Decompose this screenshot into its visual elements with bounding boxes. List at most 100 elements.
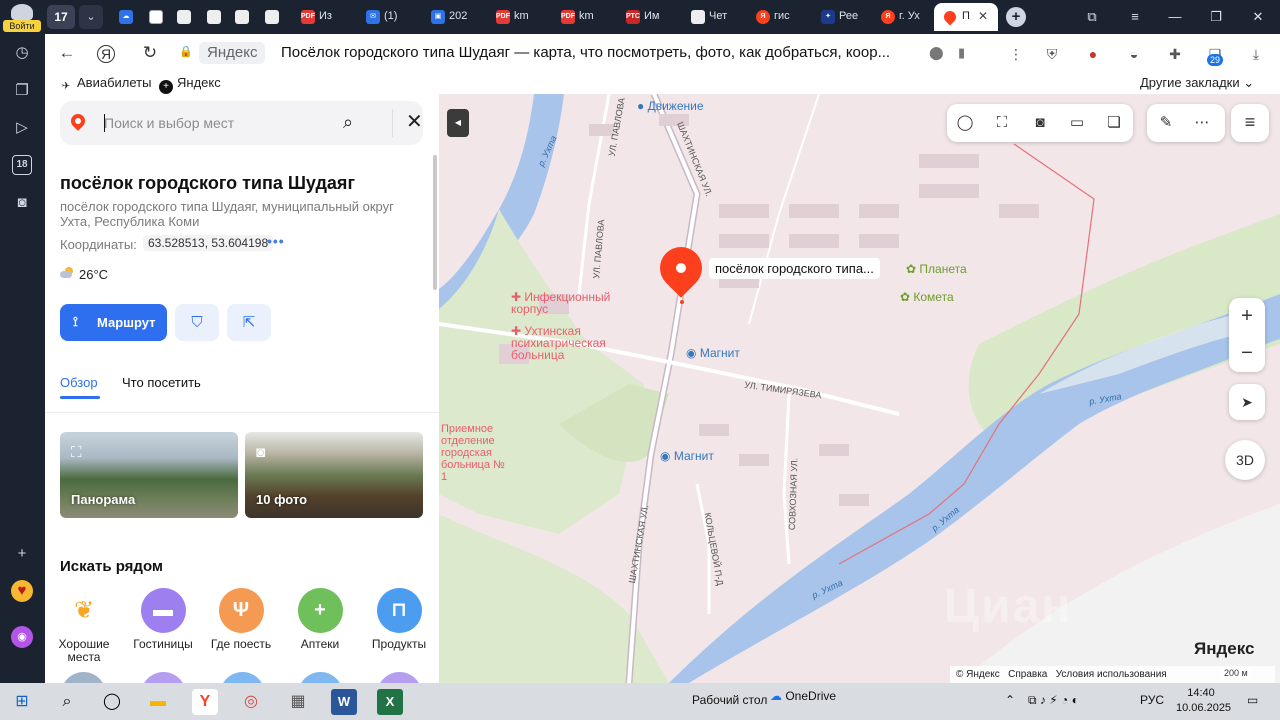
tab-cloud[interactable]: ☁ <box>113 5 143 29</box>
category-more-4[interactable] <box>298 672 343 683</box>
excel-icon[interactable]: X <box>377 689 403 715</box>
coords-value[interactable]: 63.528513, 53.604198 <box>143 235 274 251</box>
back-button[interactable]: ← <box>56 43 78 65</box>
tab-rts[interactable]: РТС Им <box>620 5 680 29</box>
clock[interactable]: 14:40 10.06.2025 <box>1176 686 1231 716</box>
windows-start-icon[interactable]: ⊞ <box>9 689 35 715</box>
tab-what-to-visit[interactable]: Что посетить <box>122 375 201 390</box>
pin-label[interactable]: посёлок городского типа... <box>709 258 880 279</box>
tab-doc-5[interactable] <box>259 5 289 29</box>
close-icon[interactable]: ✕ <box>406 110 423 134</box>
language-indicator[interactable]: РУС <box>1140 693 1164 707</box>
word-icon[interactable]: W <box>331 689 357 715</box>
new-tab-button[interactable]: + <box>1006 7 1026 27</box>
tab-pdf-1[interactable]: PDF Из <box>295 5 355 29</box>
file-explorer-icon[interactable]: ▬ <box>145 689 171 715</box>
tabs-count-button[interactable]: 17 <box>47 5 75 29</box>
bookmark-icon[interactable]: ▮ <box>958 45 965 61</box>
collections-icon[interactable]: ❐ <box>11 80 33 102</box>
tab-doc-6[interactable]: Чет <box>685 5 745 29</box>
menu-icon[interactable]: ≡ <box>1231 104 1269 142</box>
download-icon[interactable]: ⤓ <box>1245 43 1267 65</box>
alice-icon[interactable]: ◉ <box>11 626 33 648</box>
onedrive-label[interactable]: ☁ OneDrive <box>770 689 836 703</box>
bookmark-button[interactable]: ⛉ <box>175 304 219 341</box>
poi-infek[interactable]: ✚ Инфекционный корпус <box>511 291 631 315</box>
poi-priemnoe[interactable]: Приемное отделение городская больница № … <box>441 423 511 483</box>
tab-doc-3[interactable] <box>201 5 231 29</box>
poi-magnit-2[interactable]: ◉ Магнит <box>660 450 714 462</box>
extension-icon[interactable]: ◒ <box>1123 43 1145 65</box>
location-icon[interactable]: ⬤ <box>929 45 944 61</box>
more-icon[interactable]: ⋯ <box>1191 113 1213 133</box>
notifications-icon[interactable]: ▭ <box>1247 693 1258 707</box>
calculator-icon[interactable]: ▦ <box>285 689 311 715</box>
search-box[interactable]: ⌕ ✕ <box>60 101 423 145</box>
chrome-icon[interactable]: ◎ <box>238 689 264 715</box>
tray-chevron-icon[interactable]: ⌃ <box>1005 693 1015 707</box>
chevron-down-icon[interactable]: ⌄ <box>79 5 103 29</box>
poi-dvizhenie[interactable]: ● Движение <box>637 100 704 112</box>
route-button[interactable]: ⟟ Маршрут <box>60 304 167 341</box>
panorama-card[interactable]: ⛶ Панорама <box>60 432 238 518</box>
play-icon[interactable]: ▷ <box>11 117 33 139</box>
tab-yandex-2[interactable]: Яг. Ух <box>875 5 935 29</box>
bookmark-aviabilety[interactable]: ✈ Авиабилеты <box>59 75 152 94</box>
reload-button[interactable]: ↻ <box>139 43 161 65</box>
history-icon[interactable]: ◷ <box>11 42 33 64</box>
minimize-icon[interactable]: — <box>1165 9 1185 24</box>
category-good-places[interactable]: ❦ Хорошие места <box>46 588 122 664</box>
category-pharmacy[interactable]: + Аптеки <box>282 588 358 651</box>
desktop-label[interactable]: Рабочий стол <box>692 693 767 707</box>
category-more-5[interactable] <box>377 672 422 683</box>
zoom-out-button[interactable]: − <box>1229 335 1265 372</box>
more-icon[interactable]: ••• <box>267 233 285 249</box>
bookmark-yandex[interactable]: + Яндекс <box>159 75 221 94</box>
tab-pdf-2[interactable]: PDF km <box>490 5 550 29</box>
layers-icon[interactable]: ◯ <box>954 113 976 133</box>
tab-emblem[interactable]: ✦ Рее <box>815 5 875 29</box>
tab-mail[interactable]: ✉ (1) <box>360 5 420 29</box>
bus-icon[interactable]: ▭ <box>1066 113 1088 133</box>
poi-kometa[interactable]: ✿ Комета <box>900 291 954 303</box>
tab-doc-4[interactable] <box>229 5 259 29</box>
category-more-2[interactable] <box>141 672 186 683</box>
panorama-icon[interactable]: ⛶ <box>991 113 1013 133</box>
shield-icon[interactable]: ⛨ <box>1041 43 1063 65</box>
share-button[interactable]: ⇱ <box>227 304 271 341</box>
category-groceries[interactable]: ⊓ Продукты <box>361 588 437 651</box>
tab-doc-2[interactable] <box>171 5 201 29</box>
tray-icons[interactable]: ⧉ ♪ ⚡ ◔ ◐ <box>1028 693 1079 708</box>
category-more-3[interactable] <box>220 672 265 683</box>
tab-doc-1[interactable] <box>143 5 173 29</box>
search-icon[interactable]: ⌕ <box>54 689 80 715</box>
zoom-in-button[interactable]: + <box>1229 298 1265 335</box>
close-icon[interactable]: ✕ <box>978 9 988 23</box>
tab-image[interactable]: ▣ 202 <box>425 5 485 29</box>
search-input[interactable] <box>104 112 324 134</box>
map-canvas[interactable]: ◀ ◯ ⛶ ◙ ▭ ❏ ✎ ⋯ ≡ + − ➤ 3D посёлок город… <box>439 94 1280 683</box>
camera-icon[interactable]: ◙ <box>1029 113 1051 133</box>
tab-yandex-1[interactable]: Ягис <box>750 5 810 29</box>
traffic-icon[interactable]: ❏ <box>1103 113 1125 133</box>
other-bookmarks[interactable]: Другие закладки ⌄ <box>1140 75 1254 91</box>
restore-icon[interactable]: ❐ <box>1206 9 1226 25</box>
more-icon[interactable]: ⋮ <box>1005 43 1027 65</box>
screenshot-icon[interactable]: ◙ <box>11 192 33 214</box>
yandex-logo-icon[interactable]: Я <box>97 45 115 63</box>
url-field[interactable]: 🔒 Яндекс Посёлок городского типа Шудаяг … <box>171 39 965 67</box>
ruler-icon[interactable]: ✎ <box>1155 113 1177 133</box>
category-food[interactable]: Ψ Где поесть <box>203 588 279 651</box>
task-view-icon[interactable]: ◯ <box>99 689 125 715</box>
category-more-1[interactable] <box>61 672 106 683</box>
lock-icon[interactable]: 🔒 <box>179 45 193 59</box>
close-window-icon[interactable]: ✕ <box>1248 9 1268 25</box>
collapse-panel-button[interactable]: ◀ <box>447 109 469 137</box>
add-panel-icon[interactable]: + <box>11 543 33 565</box>
login-button[interactable]: Войти <box>3 20 41 32</box>
collections-icon[interactable]: ⧉ <box>1082 9 1102 25</box>
yandex-browser-icon[interactable]: Y <box>192 689 218 715</box>
3d-button[interactable]: 3D <box>1225 440 1265 480</box>
poi-planeta[interactable]: ✿ Планета <box>906 263 967 275</box>
profile-area[interactable]: Войти <box>0 0 45 34</box>
